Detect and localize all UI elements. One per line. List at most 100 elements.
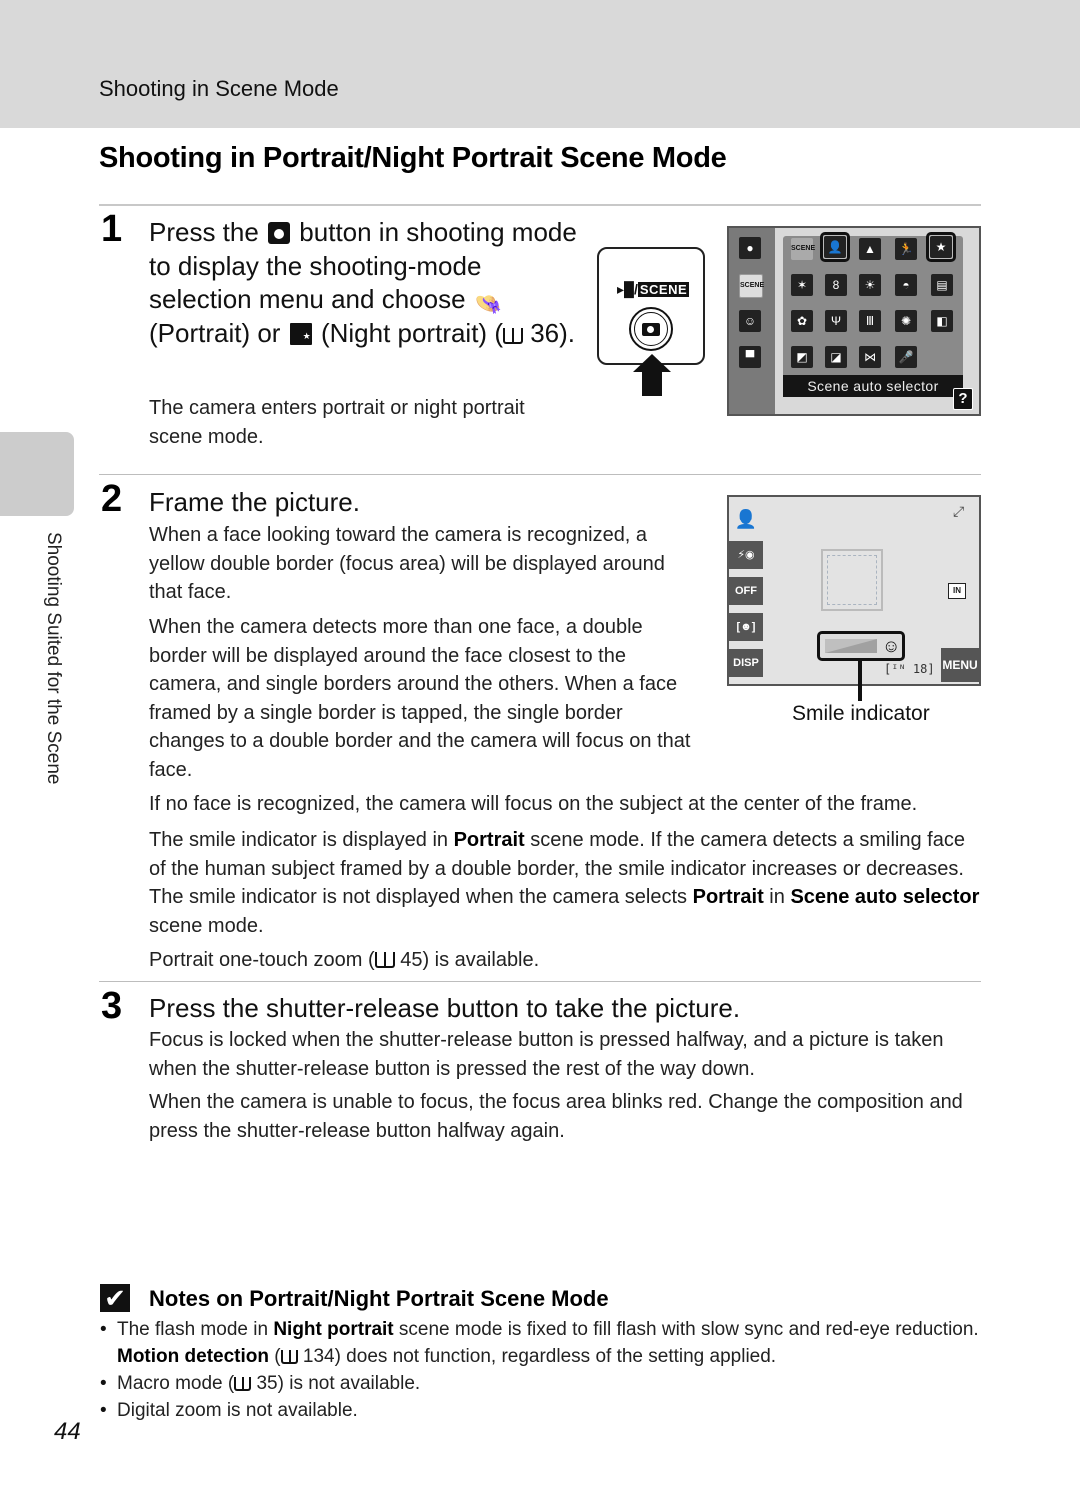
step-divider [99,474,981,475]
pet-icon[interactable]: ⋈ [859,346,881,368]
bold-term: Scene auto selector [790,886,980,908]
scene-caption: Scene auto selector [783,375,963,397]
movie-icon: ▸█ [617,281,634,297]
sunset-icon[interactable]: ◓ [895,274,917,296]
step-1-body: The camera enters portrait or night port… [149,397,525,448]
notes-list: The flash mode in Night portrait scene m… [100,1316,980,1424]
camera-icon [642,323,660,336]
museum-icon[interactable]: Ⅲ [859,310,881,332]
step-1-heading-text: Press the [149,217,259,247]
step-1-heading-text: (Night portrait) ( [320,317,503,348]
book-reference-icon [502,327,523,344]
face-priority-icon[interactable]: [☻] [729,613,763,641]
smile-face-icon: ☺ [882,636,901,656]
portrait-icon[interactable]: 👤 [824,236,846,258]
image-mode-icon: IN [948,583,966,599]
portrait-mode-icon: 👤 [734,509,758,529]
food-icon[interactable]: Ψ [825,310,847,332]
step-1-heading-text: (Portrait) or [149,317,281,348]
portrait-icon: 👒 [474,291,503,316]
focus-area [821,549,883,611]
check-icon: ✔ [100,1284,130,1312]
text: in [769,886,785,908]
movie-icon[interactable]: ▀ [739,346,761,368]
voice-recording-icon[interactable]: 🎤 [895,346,917,368]
step-divider [99,981,981,982]
step-2-heading: Frame the picture. [149,487,360,517]
flash-redeye-icon[interactable]: ⚡◉ [729,541,763,569]
scene-label: SCENE [637,282,690,297]
exposure-count: 18 [912,662,928,676]
smart-portrait-icon[interactable]: ☺ [739,310,761,332]
panorama-icon[interactable]: ◪ [825,346,847,368]
text: Portrait one-touch zoom ( [149,949,375,971]
scene-menu-screen: ● SCENE ☺ ▀ SCENE 👤 ▲ 🏃 ★ ✶ 8 ☀ ◓ ▤ ✿ Ψ … [727,226,981,416]
night-portrait-icon[interactable]: ★ [930,236,952,258]
book-reference-icon [374,952,395,968]
side-tab-label: Shooting Suited for the Scene [43,532,64,785]
book-reference-icon [234,1377,252,1391]
smile-indicator: ☺ [817,631,905,661]
one-touch-zoom-icon[interactable]: ⤢ [953,503,964,520]
page-reference: 36). [530,317,576,348]
self-timer-off-icon[interactable]: OFF [729,577,763,605]
page-number: 44 [54,1418,81,1445]
text: scene mode is fixed to fill flash with s… [398,1319,979,1340]
note-item: Macro mode ( 35) is not available. [100,1370,980,1397]
scene-button-label: ▸█/SCENE [617,281,690,298]
side-tab [0,432,74,516]
header-band [0,0,1080,128]
smile-level-bar [825,639,877,653]
step-3-para-1: Focus is locked when the shutter-release… [149,1029,944,1080]
party-icon[interactable]: ✶ [791,274,813,296]
camera-icon[interactable]: ● [739,237,761,259]
beach-icon[interactable]: 8 [825,274,847,296]
text: Digital zoom is not available. [117,1400,358,1421]
bold-term: Night portrait [273,1319,394,1340]
night-landscape-icon[interactable]: ✿ [791,310,813,332]
step-2-para-3: If no face is recognized, the camera wil… [149,793,918,815]
dusk-icon[interactable]: ▤ [931,274,953,296]
text: The smile indicator is displayed in [149,829,449,851]
note-item: Digital zoom is not available. [100,1397,980,1424]
menu-button[interactable]: MENU [941,648,979,682]
shooting-screen: 👤 ⚡◉ OFF [☻] DISP ⤢ IN ☺ [ᴵᴺ 18] MENU [727,495,981,686]
camera-button[interactable] [629,307,673,351]
book-reference-icon [280,1350,298,1364]
step-1-number: 1 [101,208,123,250]
step-2-para-5: Portrait one-touch zoom ( 45) is availab… [149,946,989,975]
text: 35) is not available. [256,1373,421,1394]
step-3-heading: Press the shutter-release button to take… [149,993,741,1023]
step-3-number: 3 [101,985,123,1027]
step-2-para-2: When the camera detects more than one fa… [149,616,691,781]
press-arrow-icon [633,354,671,372]
camera-button-icon [268,222,291,244]
snow-icon[interactable]: ☀ [859,274,881,296]
note-item: The flash mode in Night portrait scene m… [100,1316,980,1370]
exposures-remaining: [ᴵᴺ 18] [884,662,935,676]
camera-button-ring [634,312,668,346]
text: 134) does not function, regardless of th… [302,1346,777,1367]
sports-icon[interactable]: 🏃 [895,238,917,260]
step-2-number: 2 [101,478,123,520]
step-2-para-1: When a face looking toward the camera is… [149,524,665,603]
bold-term: Portrait [692,886,764,908]
landscape-icon[interactable]: ▲ [859,238,881,260]
text: Macro mode ( [117,1373,235,1394]
step-3-para-2: When the camera is unable to focus, the … [149,1091,963,1142]
text: ( [274,1346,281,1367]
scene-auto-selector-icon[interactable]: SCENE [791,238,815,260]
title-rule [99,204,981,206]
bold-term: Motion detection [117,1346,269,1367]
backlighting-icon[interactable]: ◩ [791,346,813,368]
disp-button[interactable]: DISP [729,649,763,677]
night-portrait-icon [289,320,312,353]
fireworks-icon[interactable]: ✺ [895,310,917,332]
press-arrow-stem [642,371,662,396]
text: 45) is available. [400,949,540,971]
help-icon[interactable]: ? [953,388,973,410]
scene-auto-icon[interactable]: SCENE [739,274,764,298]
text: scene mode. [149,914,264,937]
smile-indicator-callout: Smile indicator [792,702,930,725]
copy-icon[interactable]: ◧ [931,310,953,332]
